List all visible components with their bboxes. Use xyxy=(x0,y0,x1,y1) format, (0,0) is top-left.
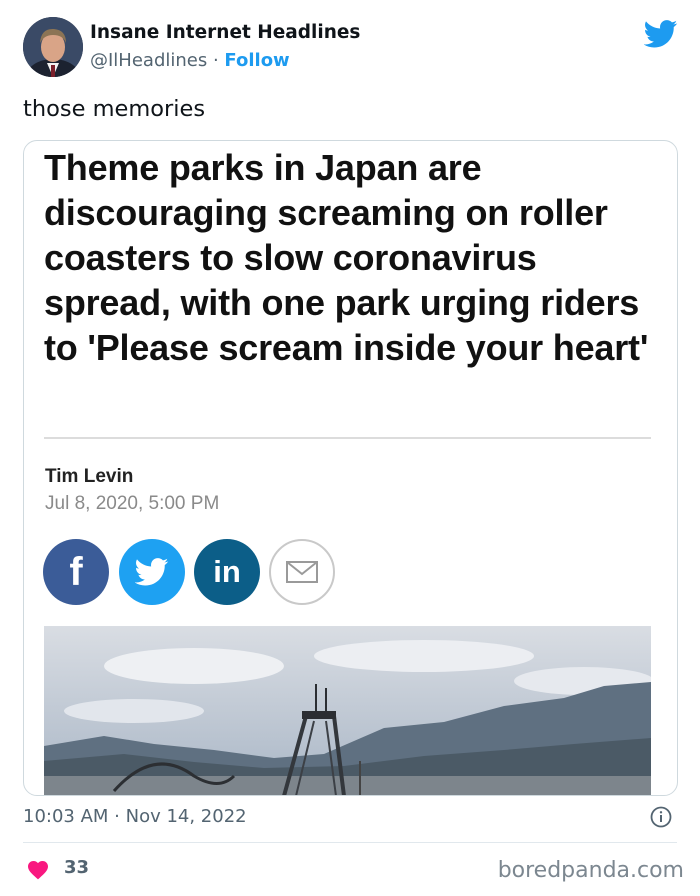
twitter-bird-icon[interactable] xyxy=(644,20,678,48)
article-divider xyxy=(44,437,651,439)
heart-icon[interactable] xyxy=(26,858,50,880)
handle-separator: · xyxy=(207,50,225,71)
article-date: Jul 8, 2020, 5:00 PM xyxy=(45,493,220,514)
handle-line: @IlHeadlines · Follow xyxy=(90,50,290,71)
email-share-button xyxy=(269,539,335,605)
like-count[interactable]: 33 xyxy=(64,857,89,878)
twitter-share-button xyxy=(119,539,185,605)
twitter-icon xyxy=(135,558,169,586)
article-headline: Theme parks in Japan are discouraging sc… xyxy=(44,147,649,368)
roller-coaster-photo xyxy=(44,626,651,795)
info-icon[interactable] xyxy=(650,806,672,828)
article-author: Tim Levin xyxy=(45,466,134,487)
avatar[interactable] xyxy=(23,17,83,77)
linkedin-share-button: in xyxy=(194,539,260,605)
watermark: boredpanda.com xyxy=(497,858,684,883)
tweet-timestamp[interactable]: 10:03 AM · Nov 14, 2022 xyxy=(23,806,247,827)
facebook-icon: f xyxy=(69,549,83,594)
author-handle[interactable]: @IlHeadlines xyxy=(90,50,207,71)
author-name[interactable]: Insane Internet Headlines xyxy=(90,22,360,43)
facebook-share-button: f xyxy=(43,539,109,605)
article-image[interactable]: Theme parks in Japan are discouraging sc… xyxy=(23,140,678,796)
tweet-text: those memories xyxy=(23,96,206,122)
envelope-icon xyxy=(286,561,318,583)
follow-button[interactable]: Follow xyxy=(224,50,289,71)
tweet-divider xyxy=(23,842,677,843)
linkedin-icon: in xyxy=(213,554,241,589)
